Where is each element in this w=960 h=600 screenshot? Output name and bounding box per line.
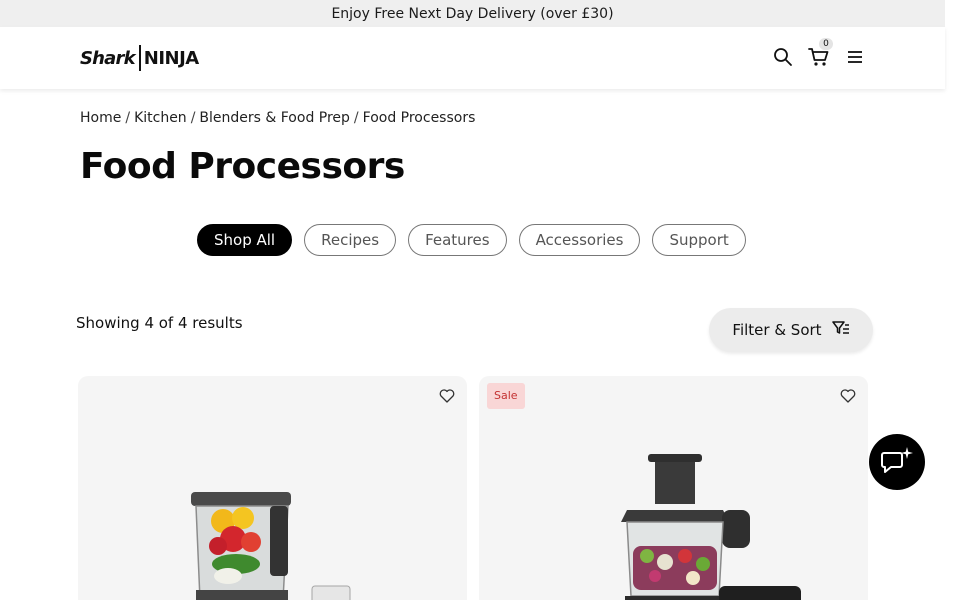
brand-logo[interactable]: Shark NINJA	[80, 43, 199, 73]
product-card[interactable]	[78, 376, 467, 600]
pill-features[interactable]: Features	[408, 224, 507, 256]
pill-support[interactable]: Support	[652, 224, 746, 256]
filter-icon	[831, 321, 850, 339]
logo-divider	[138, 45, 141, 71]
food-processor-image	[621, 454, 801, 600]
product-card[interactable]: Sale	[479, 376, 868, 600]
breadcrumb: Home / Kitchen / Blenders & Food Prep / …	[80, 110, 475, 126]
logo-shark: Shark	[80, 47, 136, 69]
category-pills: Shop All Recipes Features Accessories Su…	[197, 224, 746, 256]
promo-text: Enjoy Free Next Day Delivery (over £30)	[331, 5, 614, 22]
breadcrumb-current: Food Processors	[362, 110, 476, 126]
breadcrumb-home[interactable]: Home	[80, 110, 121, 126]
chat-assistant-button[interactable]	[869, 434, 925, 490]
pill-recipes[interactable]: Recipes	[304, 224, 397, 256]
search-icon[interactable]	[771, 45, 795, 69]
blender-image	[191, 492, 351, 600]
breadcrumb-separator: /	[125, 110, 131, 126]
pill-shop-all[interactable]: Shop All	[197, 224, 293, 256]
breadcrumb-kitchen[interactable]: Kitchen	[134, 110, 187, 126]
pill-accessories[interactable]: Accessories	[518, 224, 641, 256]
breadcrumb-separator: /	[353, 110, 359, 126]
cart-count-badge: 0	[819, 38, 833, 50]
logo-ninja: NINJA	[143, 47, 199, 69]
chat-sparkle-icon	[880, 445, 914, 479]
page-title: Food Processors	[80, 146, 405, 187]
breadcrumb-blenders[interactable]: Blenders & Food Prep	[199, 110, 350, 126]
menu-icon[interactable]	[843, 45, 867, 69]
site-header: Shark NINJA 0	[0, 27, 945, 89]
filter-sort-button[interactable]: Filter & Sort	[709, 308, 873, 352]
results-count: Showing 4 of 4 results	[76, 314, 243, 332]
promo-bar: Enjoy Free Next Day Delivery (over £30)	[0, 0, 945, 27]
filter-sort-label: Filter & Sort	[732, 321, 822, 339]
breadcrumb-separator: /	[190, 110, 196, 126]
